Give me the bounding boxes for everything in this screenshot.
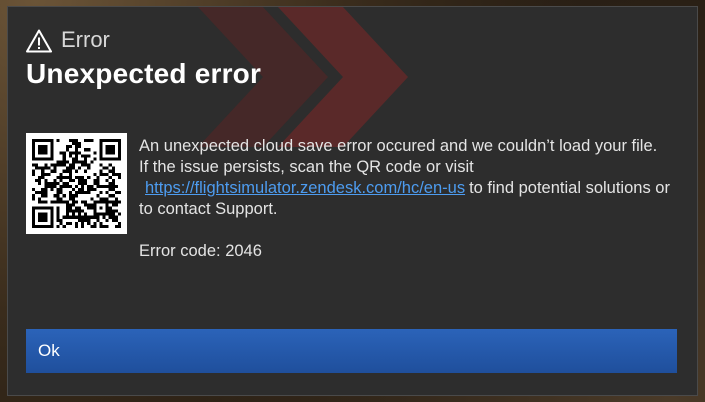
error-message: An unexpected cloud save error occured a… <box>139 136 679 262</box>
error-code: Error code: 2046 <box>139 242 262 260</box>
message-line-1: An unexpected cloud save error occured a… <box>139 137 658 155</box>
warning-icon <box>26 29 52 53</box>
dialog-title: Unexpected error <box>26 58 262 89</box>
header-label: Error <box>61 27 110 52</box>
error-dialog: Error Unexpected error An unexpected clo… <box>7 6 698 396</box>
message-line-2: If the issue persists, scan the QR code … <box>139 157 679 220</box>
qr-code-icon <box>26 133 127 234</box>
dialog-header: Error Unexpected error <box>26 25 261 90</box>
header-row: Error <box>26 25 261 53</box>
ok-button[interactable]: Ok <box>26 329 677 373</box>
message-line-2-prefix: If the issue persists, scan the QR code … <box>139 158 474 176</box>
support-link[interactable]: https://flightsimulator.zendesk.com/hc/e… <box>145 179 465 197</box>
